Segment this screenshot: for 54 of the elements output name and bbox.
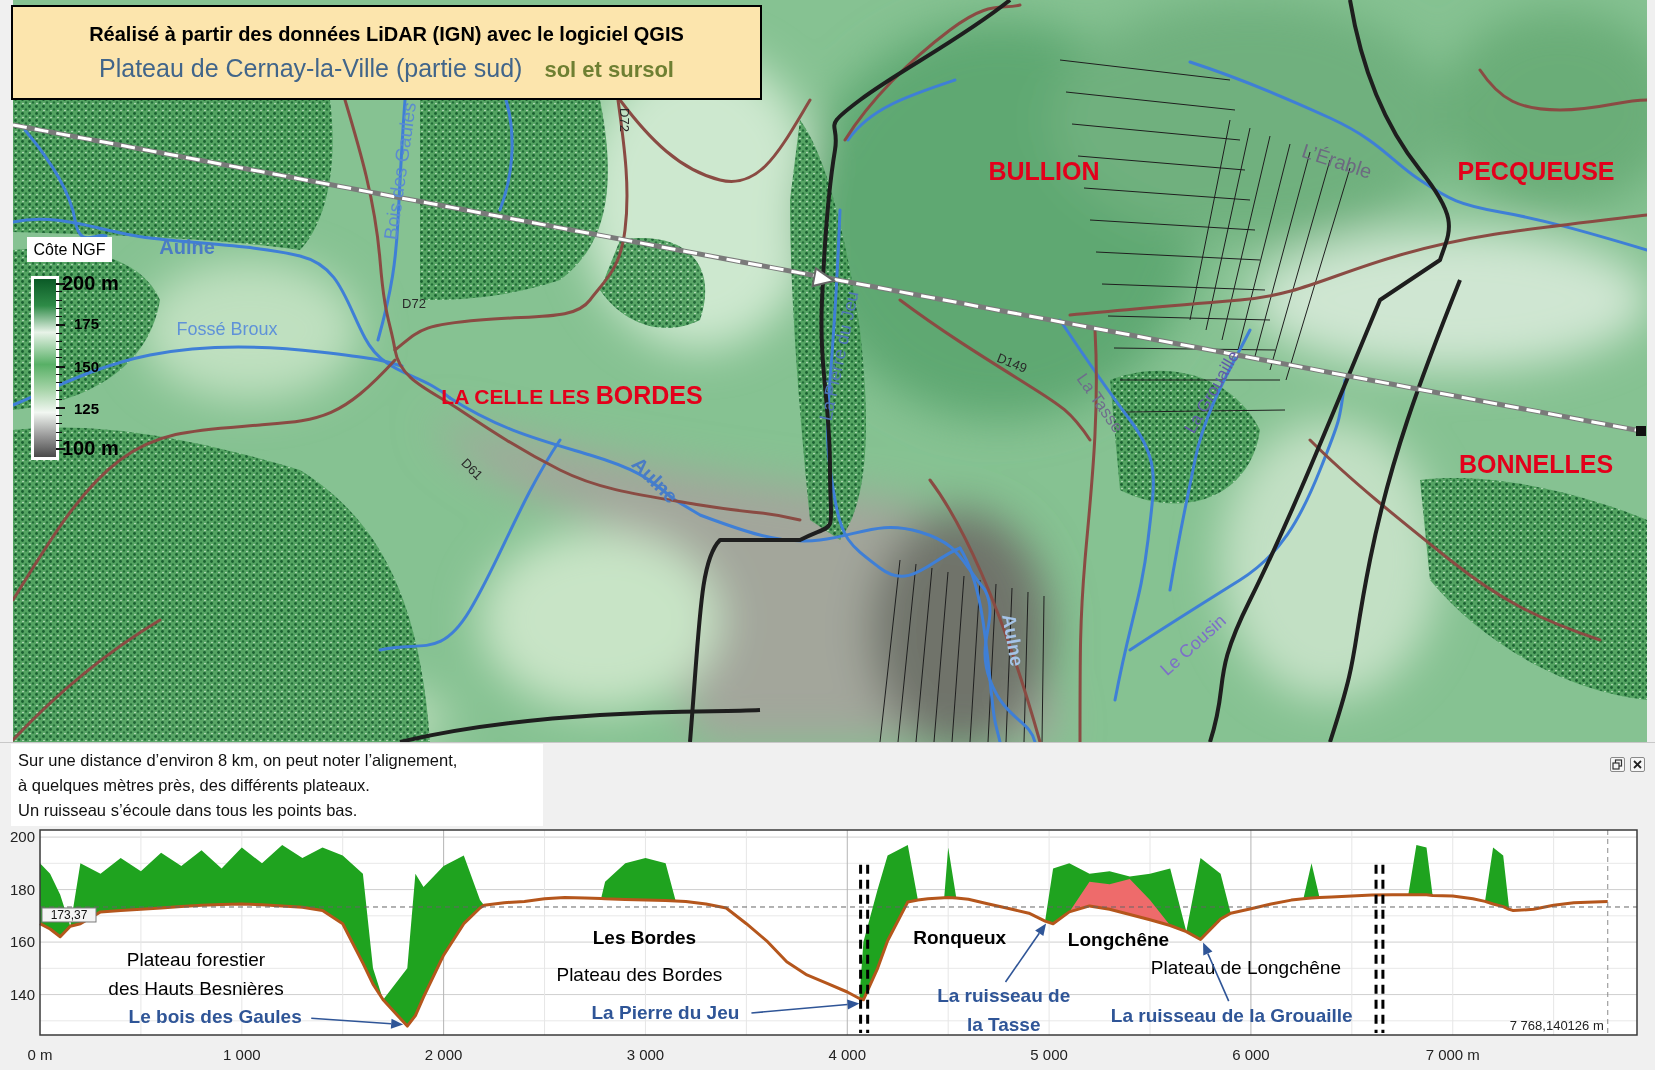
note-text: Sur une distance d’environ 8 km, on peut noter l’alignement, à quelques mètres près, des différents plateaux. Un ruisseau s’écoule dans tous les points bas. [11,744,543,826]
x-tick-label: 7 000 m [1425,1046,1480,1063]
plateau-label: Plateau forestier des Hauts Besnières [108,948,284,999]
road-label: D72 [402,296,426,310]
x-tick-label: 2 000 [424,1046,463,1063]
road-label: D149 [995,351,1029,375]
close-button[interactable] [1630,757,1645,772]
distance-readout: 7 768,140126 m [1509,1018,1604,1033]
restore-icon [1612,759,1623,770]
legend-value-label: 175 [74,315,100,331]
legend-value-label: 125 [74,400,100,416]
legend-value-label: 100 m [62,438,119,458]
y-tick-label: 180 [9,880,35,898]
ref-line-label: 173,37 [50,908,88,923]
commune-label: BULLION [988,158,1100,184]
stream-label: Fossé Broux [176,320,278,338]
y-tick-label: 200 [9,828,35,846]
stream-label: Bois des Gaules [380,101,420,241]
plateau-label: Plateau des Bordes [556,963,723,985]
place-label: Ronqueux [913,926,1007,948]
x-tick-label: 5 000 [1030,1046,1068,1063]
road-label: D61 [458,455,486,483]
place-label: Les Bordes [592,926,697,948]
place-label: Longchêne [1067,928,1170,950]
plateau-label: Plateau de Longchêne [1150,956,1341,978]
stream-label: L’Érable [1299,140,1375,182]
x-tick-label: 6 000 [1232,1046,1270,1063]
y-tick-label: 160 [9,933,35,951]
close-icon [1632,759,1643,770]
commune-label: BONNELLES [1458,451,1614,477]
y-tick-label: 140 [9,985,35,1003]
layer-note: sol et sursol [544,55,674,84]
title-heading: Réalisé à partir des données LiDAR (IGN) avec le logiciel QGIS [89,21,684,47]
commune-label: LA CELLE LES BORDES [441,382,703,408]
x-tick-label: 4 000 [828,1046,867,1063]
road-label: D72 [617,108,631,132]
stream-label: La ruisseau de la Grouaille [1110,1004,1353,1026]
annotation-arrow [1004,923,1047,983]
x-tick-label: 0 m [27,1046,53,1063]
legend-title: Côte NGF [27,237,112,262]
x-tick-label: 1 000 [223,1046,261,1063]
legend-value-label: 150 [74,358,100,374]
legend-value-label: 200 m [62,273,119,293]
commune-label: PECQUEUSE [1457,158,1615,184]
stream-label: La Pierre du Jeu [816,289,862,423]
x-tick-label: 3 000 [626,1046,665,1063]
cursor-value-badge: 173,37 [41,907,97,923]
stream-label: Aulne [159,237,215,257]
title-subtitle: Plateau de Cernay-la-Ville (partie sud) [99,52,523,84]
stream-label: Le bois des Gaules [128,1005,302,1027]
stream-label: Aulne [999,612,1027,668]
stream-label: La Pierre du Jeu [591,1001,740,1023]
float-panel-button[interactable] [1610,757,1625,772]
stream-label: La ruisseau de la Tasse [937,984,1071,1034]
